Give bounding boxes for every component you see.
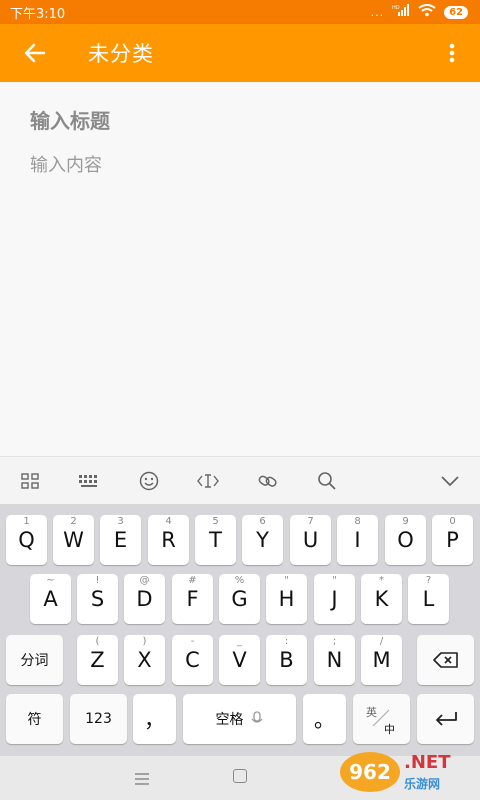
key-i[interactable]: 8I: [337, 515, 378, 565]
key-r[interactable]: 4R: [148, 515, 189, 565]
search-icon[interactable]: [298, 457, 358, 505]
title-input[interactable]: [30, 106, 450, 136]
key-y[interactable]: 6Y: [242, 515, 283, 565]
cellular-signal-icon: HD: [392, 4, 410, 20]
key-n[interactable]: ; N: [314, 635, 355, 685]
key-x[interactable]: ) X: [124, 635, 165, 685]
key-k[interactable]: * K: [361, 574, 402, 624]
content-input[interactable]: [30, 150, 450, 180]
key-s[interactable]: ! S: [77, 574, 118, 624]
backspace-key[interactable]: [417, 635, 474, 685]
comma-key[interactable]: ，: [133, 694, 176, 744]
grid-icon[interactable]: [0, 457, 60, 505]
cursor-icon[interactable]: [179, 457, 239, 505]
arrow-left-icon: [24, 43, 46, 63]
chevron-down-icon[interactable]: [420, 457, 480, 505]
number-key[interactable]: 123: [70, 694, 127, 744]
key-e[interactable]: 3E: [100, 515, 141, 565]
network-type-label: HD: [392, 5, 400, 11]
key-z[interactable]: (Z: [77, 635, 118, 685]
key-j[interactable]: " J: [314, 574, 355, 624]
enter-icon: [435, 712, 457, 726]
key-v[interactable]: _ V: [219, 635, 260, 685]
watermark-logo: 962 .NET 乐游网: [340, 748, 476, 796]
keyboard-icon[interactable]: [60, 457, 120, 505]
soft-keyboard: 1Q 2W 3E 4R 5T 6Y 7U 8I 9O 0P ~ A ! S @ D #…: [0, 504, 480, 756]
key-a[interactable]: ~ A: [30, 574, 71, 624]
key-o[interactable]: 9O: [385, 515, 426, 565]
app-bar: 未分类: [0, 24, 480, 82]
microphone-icon: [251, 711, 262, 723]
status-indicators: ... HD 62: [370, 3, 468, 21]
split-word-key[interactable]: 分词: [6, 635, 63, 685]
key-g[interactable]: % G: [219, 574, 260, 624]
status-time: 下午3:10: [10, 6, 66, 22]
link-icon[interactable]: [238, 457, 298, 505]
key-p[interactable]: 0P: [432, 515, 473, 565]
key-c[interactable]: -C: [172, 635, 213, 685]
back-button[interactable]: [0, 24, 70, 82]
key-m[interactable]: / M: [361, 635, 402, 685]
watermark-sub: 乐游网: [404, 777, 441, 791]
page-title: 未分类: [88, 42, 154, 66]
key-h[interactable]: " H: [266, 574, 307, 624]
period-key[interactable]: 。: [303, 694, 346, 744]
language-switch-key[interactable]: 英 中: [353, 694, 410, 744]
key-q[interactable]: 1Q: [6, 515, 47, 565]
wifi-icon: [418, 3, 436, 21]
home-icon[interactable]: [233, 769, 247, 783]
watermark-badge: 962: [340, 752, 400, 792]
emoji-icon[interactable]: [119, 457, 179, 505]
more-vert-icon: [449, 43, 455, 63]
key-f[interactable]: # F: [172, 574, 213, 624]
key-d[interactable]: @ D: [124, 574, 165, 624]
key-b[interactable]: :B: [266, 635, 307, 685]
signal-dots: ...: [370, 5, 385, 19]
status-bar: 下午3:10 ... HD 62: [0, 0, 480, 24]
symbol-key[interactable]: 符: [6, 694, 63, 744]
more-options-button[interactable]: [424, 24, 480, 82]
key-t[interactable]: 5T: [195, 515, 236, 565]
backspace-icon: [432, 652, 458, 668]
enter-key[interactable]: [417, 694, 474, 744]
battery-indicator: 62: [444, 5, 468, 19]
watermark-net: .NET: [404, 752, 451, 773]
key-w[interactable]: 2W: [53, 515, 94, 565]
menu-icon[interactable]: [135, 770, 149, 785]
keyboard-toolbar: [0, 456, 480, 504]
note-editor: [0, 82, 480, 456]
key-u[interactable]: 7U: [290, 515, 331, 565]
space-key[interactable]: 空格: [183, 694, 296, 744]
key-l[interactable]: ? L: [408, 574, 449, 624]
